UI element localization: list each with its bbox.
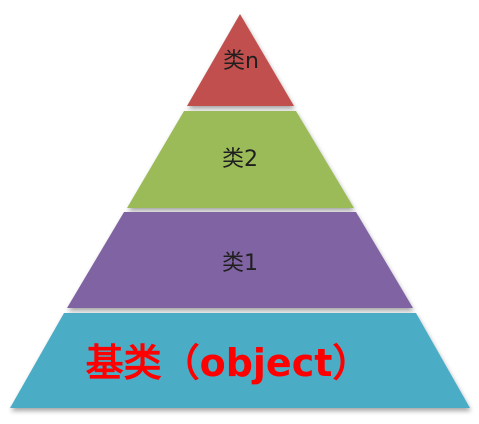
tier-1-label: 类1 [222,251,258,276]
pyramid-tier-2: 类2 [127,111,354,208]
pyramid-tier-top: 类n [187,14,294,106]
tier-top-label: 类n [223,49,259,74]
tier-base-label: 基类（object） [86,341,371,385]
tier-2-label: 类2 [222,147,258,172]
pyramid-tier-base: 基类（object） [10,313,470,408]
class-hierarchy-pyramid: 类n 类2 类1 基类（object） [10,14,470,408]
pyramid-tier-1: 类1 [67,212,413,308]
